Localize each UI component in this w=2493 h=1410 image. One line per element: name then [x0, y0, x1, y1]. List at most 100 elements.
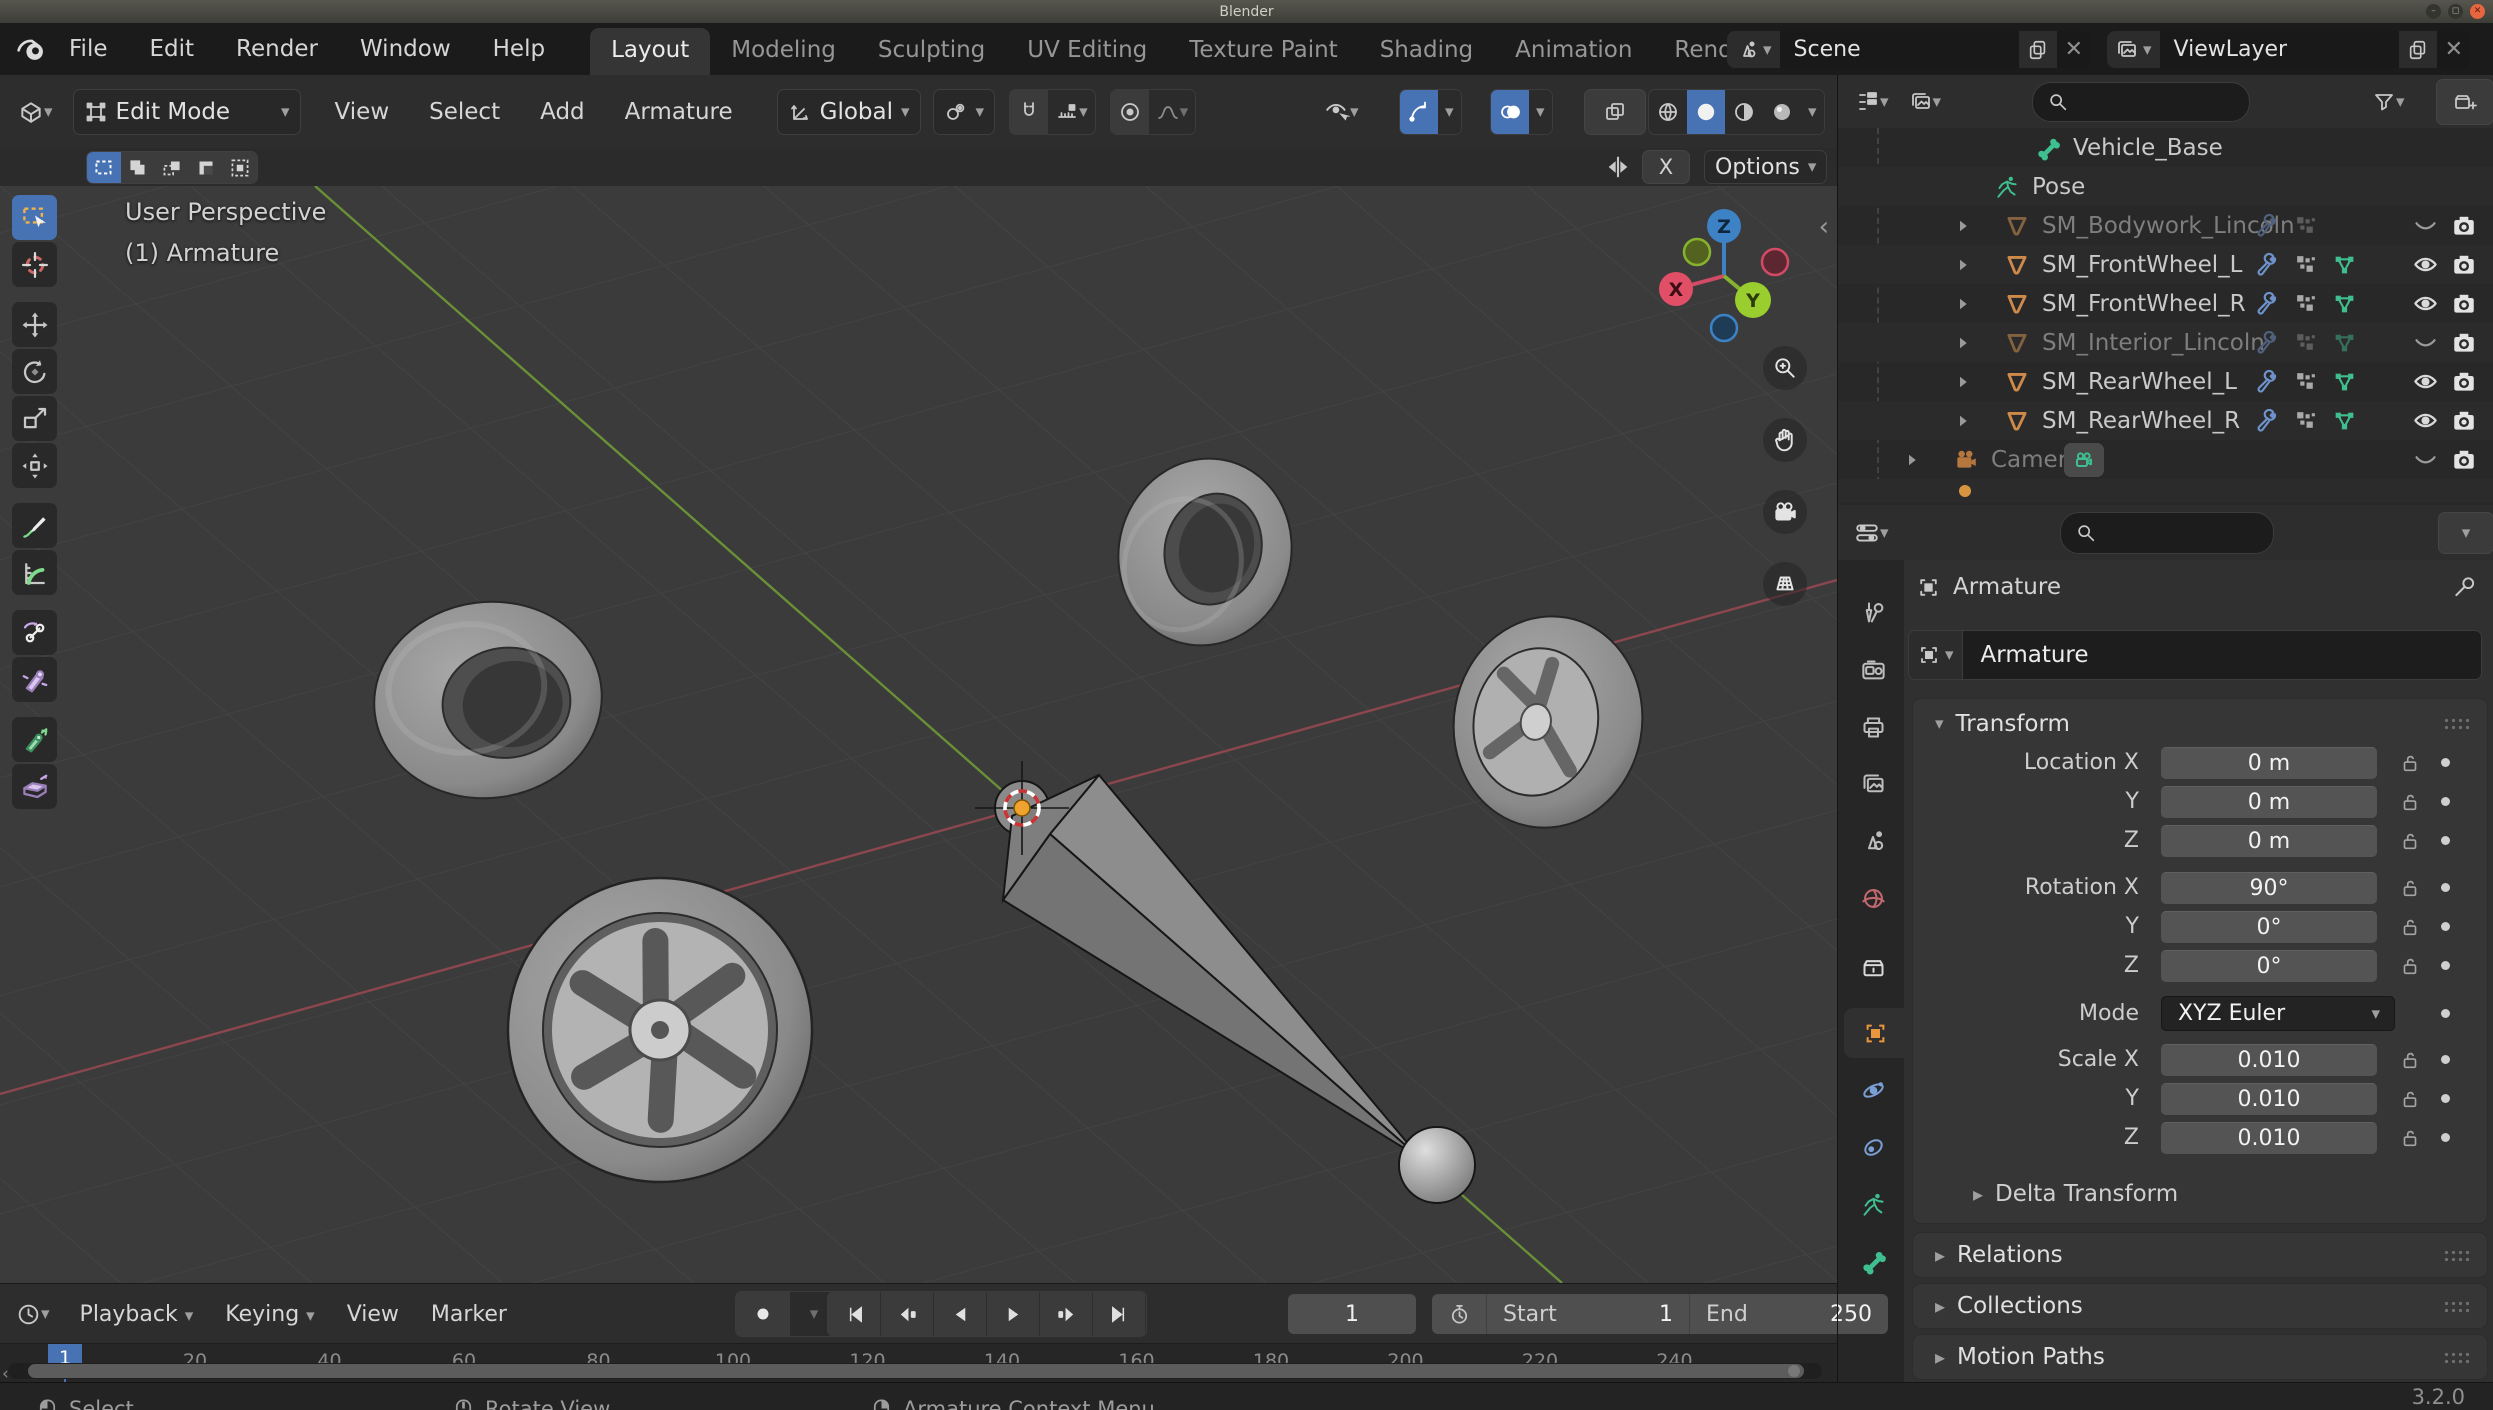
outliner-item-label[interactable]: SM_FrontWheel_L — [2042, 252, 2242, 278]
panel-collections[interactable]: ▸Collections — [1912, 1283, 2488, 1329]
lock-icon[interactable] — [2399, 955, 2421, 977]
outliner-item-vehicle_base[interactable]: Vehicle_Base — [1838, 128, 2493, 167]
outliner-item-label[interactable]: Vehicle_Base — [2073, 135, 2223, 161]
remove-icon[interactable]: ✕ — [2437, 31, 2471, 68]
shading-solid-button[interactable] — [1687, 90, 1725, 134]
properties-tab-render[interactable] — [1846, 645, 1900, 695]
proportional-edit-toggle[interactable] — [1111, 90, 1149, 134]
value-field[interactable]: 90° — [2161, 872, 2377, 904]
pin-icon[interactable] — [2452, 574, 2478, 600]
expand-icon[interactable] — [1954, 334, 1972, 352]
animate-dot[interactable] — [2441, 797, 2450, 806]
overlays-toggle[interactable] — [1491, 90, 1529, 134]
expand-icon[interactable] — [1954, 295, 1972, 313]
gizmo-z-ball[interactable]: Z — [1717, 216, 1731, 238]
gizmos-toggle[interactable] — [1400, 90, 1438, 134]
workspace-tab-sculpting[interactable]: Sculpting — [857, 28, 1006, 75]
outliner-display-mode-dropdown[interactable]: ▾ — [1903, 80, 1948, 124]
viewlayer-selector[interactable]: ▾ ViewLayer ✕ — [2107, 31, 2471, 68]
workspace-tab-shading[interactable]: Shading — [1359, 28, 1494, 75]
sidebar-collapse-arrow[interactable]: ‹ — [1819, 212, 1829, 242]
lock-icon[interactable] — [2399, 877, 2421, 899]
properties-tab-scene[interactable] — [1846, 816, 1900, 866]
timeline-menu-marker[interactable]: Marker — [415, 1302, 523, 1327]
render-visibility-icon[interactable] — [2451, 252, 2477, 278]
scrollbar-handle[interactable] — [1788, 1365, 1800, 1377]
wrench-icon[interactable] — [2254, 408, 2279, 433]
current-frame-field[interactable]: 1 — [1288, 1294, 1416, 1334]
copy-icon[interactable] — [2019, 31, 2057, 68]
transform-panel-header[interactable]: ▾ Transform — [1935, 711, 2070, 737]
select-mode-button-3[interactable] — [189, 152, 223, 183]
expand-icon[interactable] — [1903, 451, 1921, 469]
shading-wireframe-button[interactable] — [1649, 90, 1687, 134]
tool-measure[interactable] — [12, 550, 57, 595]
value-field[interactable]: 0° — [2161, 911, 2377, 943]
object-type-visibility-dropdown[interactable]: ▾ — [1318, 90, 1365, 134]
scene-name[interactable]: Scene — [1780, 31, 2019, 68]
outliner-item-label[interactable]: SM_RearWheel_L — [2042, 369, 2237, 395]
properties-tab-object[interactable] — [1844, 1008, 1906, 1058]
animate-dot[interactable] — [2441, 1133, 2450, 1142]
animate-dot[interactable] — [2441, 758, 2450, 767]
next-keyframe-button[interactable] — [1040, 1292, 1093, 1336]
use-preview-range-toggle[interactable] — [1432, 1294, 1486, 1334]
outliner-item-label[interactable]: SM_RearWheel_R — [2042, 408, 2240, 434]
value-field[interactable]: 0.010 — [2161, 1044, 2377, 1076]
mesh-data-icon[interactable] — [2332, 408, 2357, 433]
panel-grip[interactable] — [2443, 1351, 2471, 1364]
modifier-icon[interactable] — [2293, 408, 2318, 433]
tool-cursor[interactable] — [12, 242, 57, 287]
mode-select[interactable]: XYZ Euler▾ — [2161, 996, 2395, 1031]
datablock-type-dropdown[interactable]: ▾ — [1908, 630, 1963, 680]
viewport-menu-add[interactable]: Add — [520, 99, 605, 125]
menu-file[interactable]: File — [48, 36, 129, 62]
tool-rotate[interactable] — [12, 349, 57, 394]
properties-tab-tool[interactable] — [1846, 588, 1900, 638]
mesh-data-icon[interactable] — [2332, 252, 2357, 277]
outliner-item-sm_interior_lincoln[interactable]: SM_Interior_Lincoln — [1838, 323, 2493, 362]
render-visibility-icon[interactable] — [2451, 447, 2477, 473]
tool-select-box[interactable] — [12, 195, 57, 240]
tool-extrude[interactable] — [12, 717, 57, 762]
copy-icon[interactable] — [2399, 31, 2437, 68]
render-visibility-icon[interactable] — [2451, 369, 2477, 395]
prev-keyframe-button[interactable] — [881, 1292, 934, 1336]
render-visibility-icon[interactable] — [2451, 213, 2477, 239]
wrench-icon[interactable] — [2254, 369, 2279, 394]
workspace-tab-uv-editing[interactable]: UV Editing — [1006, 28, 1168, 75]
value-field[interactable]: 0.010 — [2161, 1083, 2377, 1115]
editor-divider[interactable] — [1837, 75, 1838, 1382]
wrench-icon[interactable] — [2254, 213, 2279, 238]
properties-search-input[interactable] — [2060, 512, 2274, 554]
timeline-ruler[interactable]: 20406080100120140160180200220240 1 ‹ — [0, 1343, 1837, 1383]
jump-to-end-button[interactable] — [1093, 1292, 1146, 1336]
properties-tab-collection[interactable] — [1846, 943, 1900, 993]
modifier-icon[interactable] — [2293, 369, 2318, 394]
eye-closed-icon[interactable] — [2412, 212, 2439, 239]
unlink-icon[interactable]: ✕ — [2057, 31, 2091, 68]
properties-tab-output[interactable] — [1846, 702, 1900, 752]
filter-dropdown[interactable]: ▾ — [2366, 80, 2411, 124]
tool-scale[interactable] — [12, 396, 57, 441]
mirror-x-toggle[interactable]: X — [1642, 150, 1690, 184]
timeline-menu-playback[interactable]: Playback ▾ — [64, 1302, 210, 1327]
lock-icon[interactable] — [2399, 916, 2421, 938]
properties-editor-dropdown[interactable]: ▾ — [1848, 511, 1895, 555]
delta-transform-panel[interactable]: ▸ Delta Transform — [1973, 1181, 2178, 1207]
mesh-data-icon[interactable] — [2332, 291, 2357, 316]
ortho-toggle-button[interactable] — [1763, 562, 1807, 606]
minimize-button[interactable]: – — [2426, 4, 2441, 19]
workspace-tab-layout[interactable]: Layout — [590, 28, 710, 75]
scene-selector[interactable]: ▾ Scene ✕ — [1727, 31, 2091, 68]
modifier-icon[interactable] — [2293, 252, 2318, 277]
viewport-menu-view[interactable]: View — [315, 99, 410, 125]
lock-icon[interactable] — [2399, 1127, 2421, 1149]
outliner-item-label[interactable]: SM_FrontWheel_R — [2042, 291, 2246, 317]
workspace-tab-modeling[interactable]: Modeling — [710, 28, 857, 75]
close-button[interactable]: ✕ — [2470, 4, 2485, 19]
outliner-search-input[interactable] — [2032, 82, 2250, 122]
lock-icon[interactable] — [2399, 1049, 2421, 1071]
options-dropdown[interactable]: Options▾ — [1704, 150, 1827, 184]
navigation-gizmo[interactable]: Z X Y — [1643, 194, 1813, 354]
